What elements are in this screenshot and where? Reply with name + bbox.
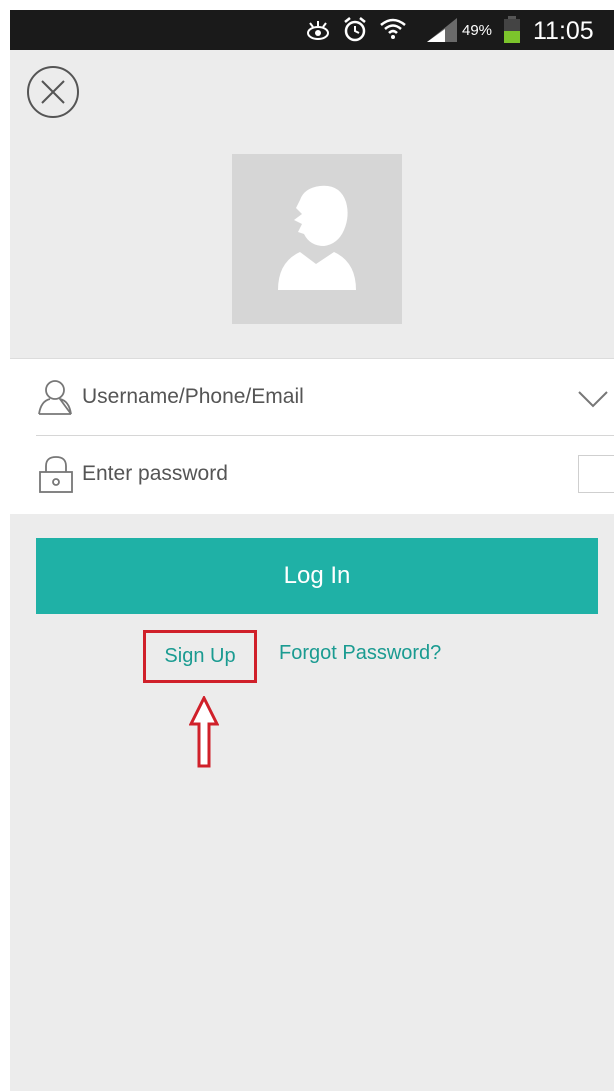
password-visibility-toggle[interactable] <box>578 455 614 493</box>
alarm-clock-icon <box>344 17 366 42</box>
lock-icon <box>39 456 73 493</box>
user-icon <box>38 380 72 415</box>
login-button[interactable]: Log In <box>36 538 598 614</box>
chevron-down-icon[interactable] <box>576 383 610 413</box>
user-silhouette-icon <box>278 185 356 290</box>
clock: 11:05 <box>533 17 594 45</box>
wifi-icon <box>380 18 406 39</box>
login-form <box>10 358 614 514</box>
eye-icon <box>307 21 329 40</box>
signal-icon <box>427 18 457 42</box>
username-row <box>10 359 614 435</box>
status-bar: 49% 11:05 <box>10 10 614 50</box>
annotation-arrow-icon <box>189 696 219 768</box>
username-input[interactable] <box>82 359 552 435</box>
password-row <box>10 436 614 512</box>
close-icon[interactable] <box>26 65 80 119</box>
battery-icon <box>504 16 520 43</box>
battery-percent: 49% <box>462 22 493 39</box>
avatar <box>232 154 402 324</box>
password-input[interactable] <box>82 436 552 512</box>
signup-link[interactable]: Sign Up <box>143 630 257 683</box>
forgot-password-link[interactable]: Forgot Password? <box>279 642 441 665</box>
app-screen: 49% 11:05 Username/Phone/Email Log In Si… <box>10 10 614 1091</box>
